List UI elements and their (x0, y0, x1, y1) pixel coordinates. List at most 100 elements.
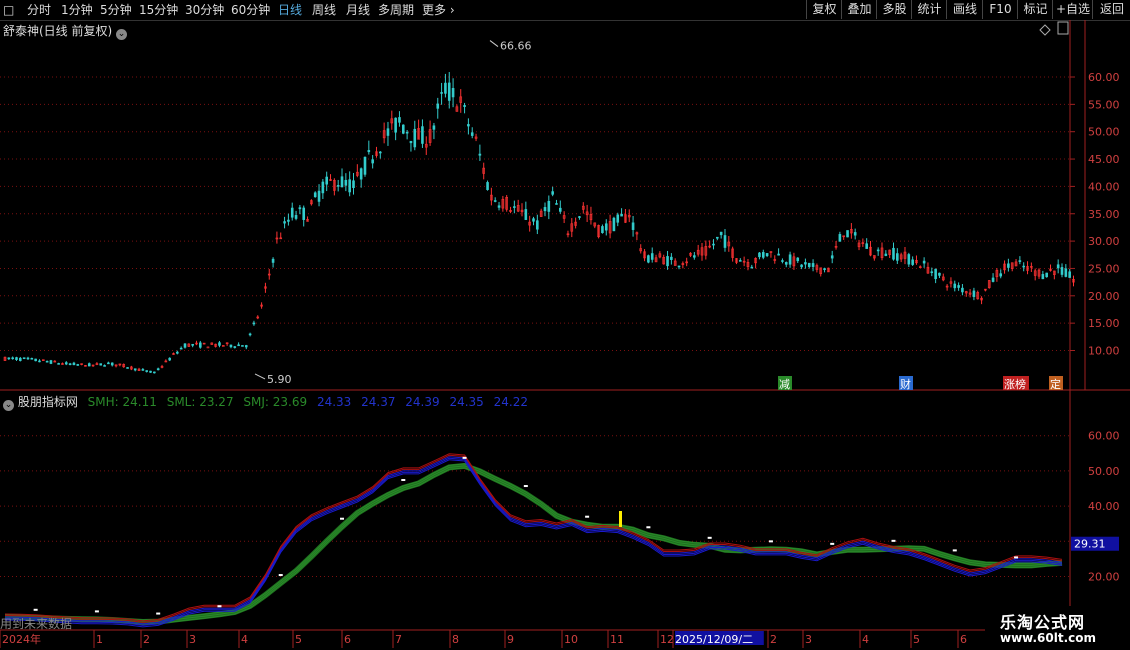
candle-body (313, 192, 317, 198)
candle-body (107, 362, 110, 365)
price-tick-label: 55.00 (1088, 98, 1120, 111)
candle-body (938, 272, 941, 276)
candle-body (191, 343, 194, 346)
signal-dot (523, 485, 528, 488)
candle-body (911, 259, 914, 265)
candle-body (524, 209, 528, 220)
candle-body (49, 360, 53, 364)
candle-body (463, 105, 466, 107)
candle-body (298, 207, 302, 210)
date-label: 9 (507, 633, 514, 646)
candle-body (1045, 272, 1048, 278)
price-tick-label: 50.00 (1088, 126, 1120, 139)
candle-body (168, 357, 171, 361)
slow-line (4, 463, 1063, 621)
kline-chart[interactable]: 10.00 15.00 20.00 25.00 30.00 35.00 40.00 45.00… (0, 0, 1130, 650)
event-label: 财 (900, 377, 911, 391)
candle-body (233, 346, 237, 348)
candle-body (719, 231, 723, 236)
candle-body (991, 277, 995, 282)
candle-body (34, 358, 37, 362)
candle-body (367, 150, 371, 153)
candle-body (7, 357, 11, 360)
candle-body (386, 128, 390, 136)
candle-body (294, 215, 298, 219)
candle-body (398, 117, 401, 123)
candle-body (807, 262, 811, 267)
candle-body (290, 207, 294, 218)
main-grid: 10.00 15.00 20.00 25.00 30.00 35.00 40.00 45.00… (0, 71, 1120, 358)
signal-dot (1014, 556, 1019, 559)
candle-body (72, 362, 76, 366)
high-label: 66.66 (500, 40, 532, 53)
date-label: 4 (862, 633, 869, 646)
candle-body (421, 126, 424, 144)
candle-body (133, 368, 137, 371)
candle-body (15, 357, 18, 360)
candle-body (271, 258, 275, 263)
candle-body (145, 370, 148, 372)
candle-body (444, 82, 447, 94)
indicator-tick-label: 60.00 (1088, 430, 1120, 443)
date-label: 3 (805, 633, 812, 646)
candle-body (853, 232, 857, 236)
watermark-line1: 乐淘公式网 (1000, 613, 1086, 632)
candle-body (218, 342, 221, 346)
diamond-icon (1039, 24, 1051, 36)
candle-body (788, 254, 792, 265)
price-tick-label: 30.00 (1088, 235, 1120, 248)
date-label: 5 (295, 633, 302, 646)
candle-body (248, 333, 252, 336)
price-tick-label: 15.00 (1088, 317, 1120, 330)
signal-dot (585, 515, 590, 518)
candle-body (317, 190, 321, 202)
candle-body (647, 255, 650, 263)
candle-body (30, 358, 34, 360)
candle-body (723, 235, 727, 248)
candle-body (110, 362, 114, 366)
date-label: 2024年 (2, 632, 41, 646)
signal-dot (462, 456, 467, 459)
candle-body (1064, 268, 1068, 277)
candle-body (712, 243, 715, 246)
candle-body (206, 346, 210, 349)
date-label: 10 (564, 633, 578, 646)
low-label: 5.90 (267, 373, 292, 386)
candle-body (777, 253, 780, 256)
fast-line (4, 457, 1063, 626)
candle-body (99, 363, 103, 366)
candle-body (405, 131, 409, 134)
slow-band (4, 462, 1063, 626)
indicator-tick-label: 20.00 (1088, 571, 1120, 584)
candle-body (348, 179, 351, 193)
low-pointer (254, 373, 266, 380)
candle-body (379, 151, 382, 154)
candle-body (865, 243, 868, 249)
candle-body (1068, 271, 1071, 278)
candle-body (199, 342, 202, 348)
candlestick-series (3, 72, 1075, 374)
candle-body (800, 264, 803, 268)
candle-body (1007, 263, 1010, 268)
candle-body (551, 191, 554, 195)
candle-body (478, 153, 482, 156)
candle-body (447, 82, 451, 101)
candle-body (302, 207, 306, 220)
candle-body (823, 268, 826, 270)
candle-body (241, 345, 244, 347)
event-label: 减 (779, 378, 790, 391)
price-tick-label: 40.00 (1088, 180, 1120, 193)
candle-body (409, 140, 413, 144)
candle-body (559, 207, 562, 212)
candle-body (432, 125, 436, 130)
side-panel (1039, 21, 1069, 36)
candle-body (761, 252, 765, 258)
candle-body (830, 255, 834, 259)
signal-dot (707, 536, 712, 539)
candle-body (394, 117, 397, 133)
candle-body (436, 103, 440, 109)
candle-body (87, 363, 91, 367)
indicator-series: 29.31 (4, 453, 1119, 628)
candle-body (371, 159, 374, 164)
candle-body (359, 168, 363, 180)
